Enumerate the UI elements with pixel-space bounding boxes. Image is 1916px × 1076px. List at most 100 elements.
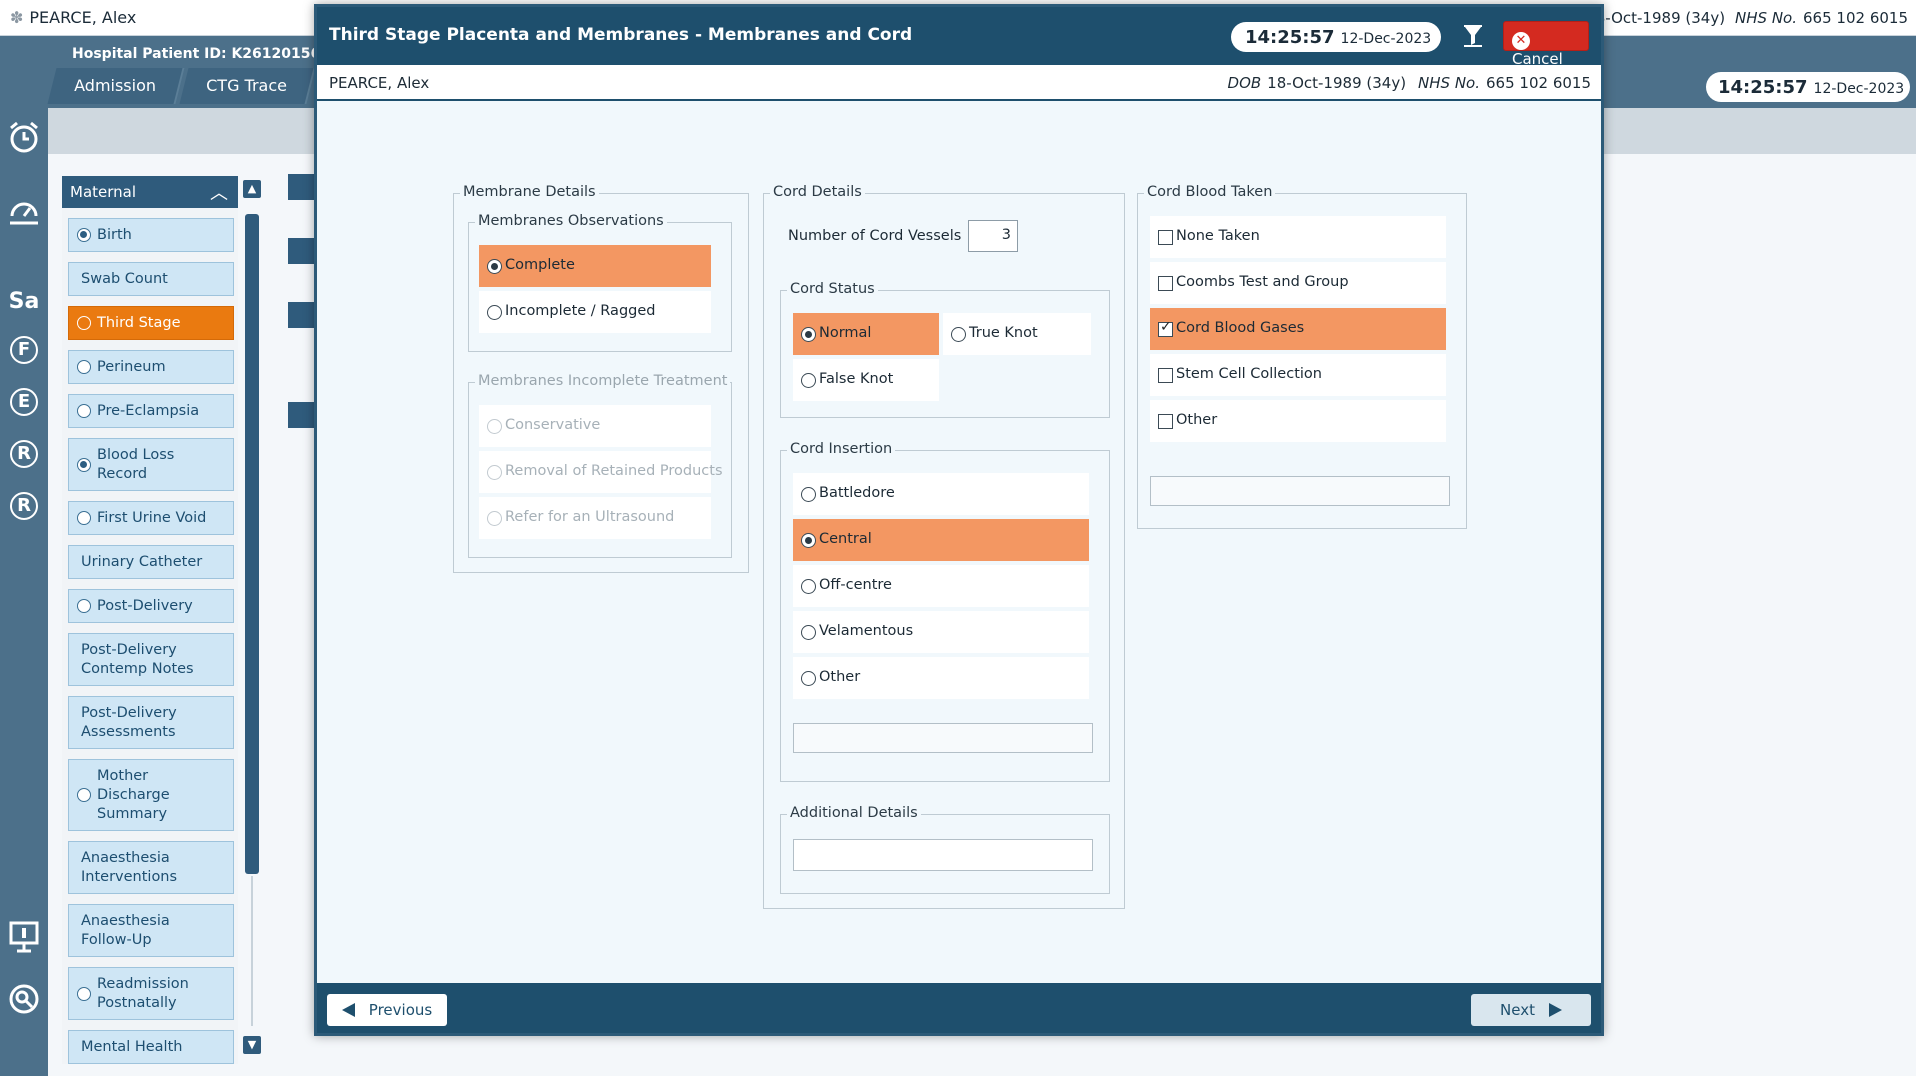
option-false-knot[interactable]: False Knot: [793, 359, 939, 401]
dialog-title-bar: Third Stage Placenta and Membranes - Mem…: [317, 7, 1601, 68]
membranes-observations-group: Membranes Observations Complete Incomple…: [468, 213, 732, 352]
star-icon[interactable]: ✽: [10, 8, 23, 27]
radio-icon: [77, 404, 91, 418]
checkbox-coombs-test[interactable]: Coombs Test and Group: [1150, 262, 1446, 304]
arrow-right-icon: [1548, 1003, 1562, 1017]
sidebar-item-birth[interactable]: Birth: [68, 218, 234, 252]
radio-icon: [77, 788, 91, 802]
sidebar-item-perineum[interactable]: Perineum: [68, 350, 234, 384]
nav-scrollbar[interactable]: ▲ ▼: [242, 176, 262, 1058]
chevron-up-icon: ︿: [210, 183, 228, 204]
radio-icon: [77, 599, 91, 613]
close-icon: ✕: [1512, 32, 1530, 50]
rail-e[interactable]: E: [10, 388, 38, 416]
checkbox-icon: [1158, 230, 1173, 245]
rail-r-2[interactable]: R: [10, 492, 38, 520]
app-clock: 14:25:57 12-Dec-2023: [1706, 72, 1910, 102]
option-refer-ultrasound[interactable]: Refer for an Ultrasound: [479, 497, 711, 539]
radio-icon: [801, 671, 816, 686]
insertion-other-input[interactable]: [793, 723, 1093, 753]
checkbox-cord-blood-gases[interactable]: Cord Blood Gases: [1150, 308, 1446, 350]
radio-icon: [801, 579, 816, 594]
dialog-footer: Previous Next: [317, 983, 1601, 1033]
checkbox-blood-other[interactable]: Other: [1150, 400, 1446, 442]
cord-status-group: Cord Status Normal True Knot False Knot: [780, 281, 1110, 418]
next-button[interactable]: Next: [1471, 994, 1591, 1026]
option-velamentous[interactable]: Velamentous: [793, 611, 1089, 653]
option-off-centre[interactable]: Off-centre: [793, 565, 1089, 607]
radio-icon: [801, 373, 816, 388]
radio-icon: [77, 228, 91, 242]
radio-icon: [801, 625, 816, 640]
previous-button[interactable]: Previous: [327, 994, 447, 1026]
radio-icon: [77, 457, 91, 472]
sidebar-item-third-stage[interactable]: Third Stage: [68, 306, 234, 340]
dialog-clock[interactable]: 14:25:57 12-Dec-2023: [1231, 22, 1441, 52]
rail-sa[interactable]: Sa: [6, 284, 42, 320]
sidebar-item-post-delivery-assessments[interactable]: Post-Delivery Assessments: [68, 696, 234, 749]
option-normal[interactable]: Normal: [793, 313, 939, 355]
tab-admission[interactable]: Admission: [47, 68, 185, 104]
rail-f[interactable]: F: [10, 336, 38, 364]
sidebar-item-urinary-catheter[interactable]: Urinary Catheter: [68, 545, 234, 579]
tab-ctg-trace[interactable]: CTG Trace: [179, 68, 316, 104]
sidebar-item-post-delivery[interactable]: Post-Delivery: [68, 589, 234, 623]
dialog-patient-name: PEARCE, Alex: [329, 74, 430, 92]
dialog-title: Third Stage Placenta and Membranes - Mem…: [329, 25, 913, 45]
radio-icon: [487, 305, 502, 320]
radio-icon: [77, 316, 91, 330]
scroll-up-button[interactable]: ▲: [243, 180, 261, 198]
option-conservative[interactable]: Conservative: [479, 405, 711, 447]
membrane-details-group: Membrane Details Membranes Observations …: [453, 184, 749, 573]
radio-icon: [487, 465, 502, 480]
radio-icon: [487, 511, 502, 526]
checkbox-checked-icon: [1158, 319, 1173, 337]
radio-icon: [487, 419, 502, 434]
sidebar-item-anaesthesia-interventions[interactable]: Anaesthesia Interventions: [68, 841, 234, 894]
sidebar-item-first-urine-void[interactable]: First Urine Void: [68, 501, 234, 535]
arrow-left-icon: [341, 1003, 355, 1017]
radio-icon: [487, 259, 502, 274]
option-insertion-other[interactable]: Other: [793, 657, 1089, 699]
dialog-patient-bar: PEARCE, Alex DOB 18-Oct-1989 (34y) NHS No.…: [317, 65, 1601, 101]
sidebar-item-readmission[interactable]: Readmission Postnatally: [68, 967, 234, 1020]
sidebar-item-blood-loss-record[interactable]: Blood Loss Record: [68, 438, 234, 491]
scroll-track: [251, 876, 253, 1026]
rail-r-1[interactable]: R: [10, 440, 38, 468]
checkbox-none-taken[interactable]: None Taken: [1150, 216, 1446, 258]
additional-details-input[interactable]: [793, 839, 1093, 871]
option-central[interactable]: Central: [793, 519, 1089, 561]
sidebar-item-post-delivery-notes[interactable]: Post-Delivery Contemp Notes: [68, 633, 234, 686]
banner-patient-details: 18-Oct-1989 (34y) NHS No. 665 102 6015: [1586, 9, 1908, 27]
presentation-icon[interactable]: [6, 920, 42, 956]
option-battledore[interactable]: Battledore: [793, 473, 1089, 515]
cord-vessels-label: Number of Cord Vessels: [788, 228, 962, 244]
option-incomplete-ragged[interactable]: Incomplete / Ragged: [479, 291, 711, 333]
sidebar-item-anaesthesia-follow-up[interactable]: Anaesthesia Follow-Up: [68, 904, 234, 957]
sidebar-item-mother-discharge[interactable]: Mother Discharge Summary: [68, 759, 234, 831]
scroll-thumb[interactable]: [245, 214, 259, 874]
cord-blood-other-input[interactable]: [1150, 476, 1450, 506]
sidebar-item-pre-eclampsia[interactable]: Pre-Eclampsia: [68, 394, 234, 428]
option-removal-retained-products[interactable]: Removal of Retained Products: [479, 451, 723, 493]
option-complete[interactable]: Complete: [479, 245, 711, 287]
filter-icon[interactable]: [1463, 25, 1483, 47]
additional-details-group: Additional Details: [780, 805, 1110, 894]
cord-vessels-input[interactable]: 3: [968, 220, 1018, 252]
checkbox-icon: [1158, 368, 1173, 383]
sidebar-item-mental-health[interactable]: Mental Health: [68, 1030, 234, 1064]
maternal-nav-header[interactable]: Maternal ︿: [62, 176, 238, 208]
search-icon[interactable]: [6, 982, 42, 1018]
cord-blood-taken-group: Cord Blood Taken None Taken Coombs Test …: [1137, 184, 1467, 529]
option-true-knot[interactable]: True Knot: [943, 313, 1091, 355]
radio-icon: [801, 327, 816, 342]
cancel-button[interactable]: ✕Cancel: [1503, 21, 1589, 68]
alarm-clock-icon[interactable]: [6, 120, 42, 156]
checkbox-stem-cell[interactable]: Stem Cell Collection: [1150, 354, 1446, 396]
radio-icon: [801, 487, 816, 502]
scroll-down-button[interactable]: ▼: [243, 1036, 261, 1054]
checkbox-icon: [1158, 276, 1173, 291]
sidebar-item-swab-count[interactable]: Swab Count: [68, 262, 234, 296]
timer-icon[interactable]: [6, 196, 42, 232]
cord-insertion-group: Cord Insertion Battledore Central Off-ce…: [780, 441, 1110, 782]
